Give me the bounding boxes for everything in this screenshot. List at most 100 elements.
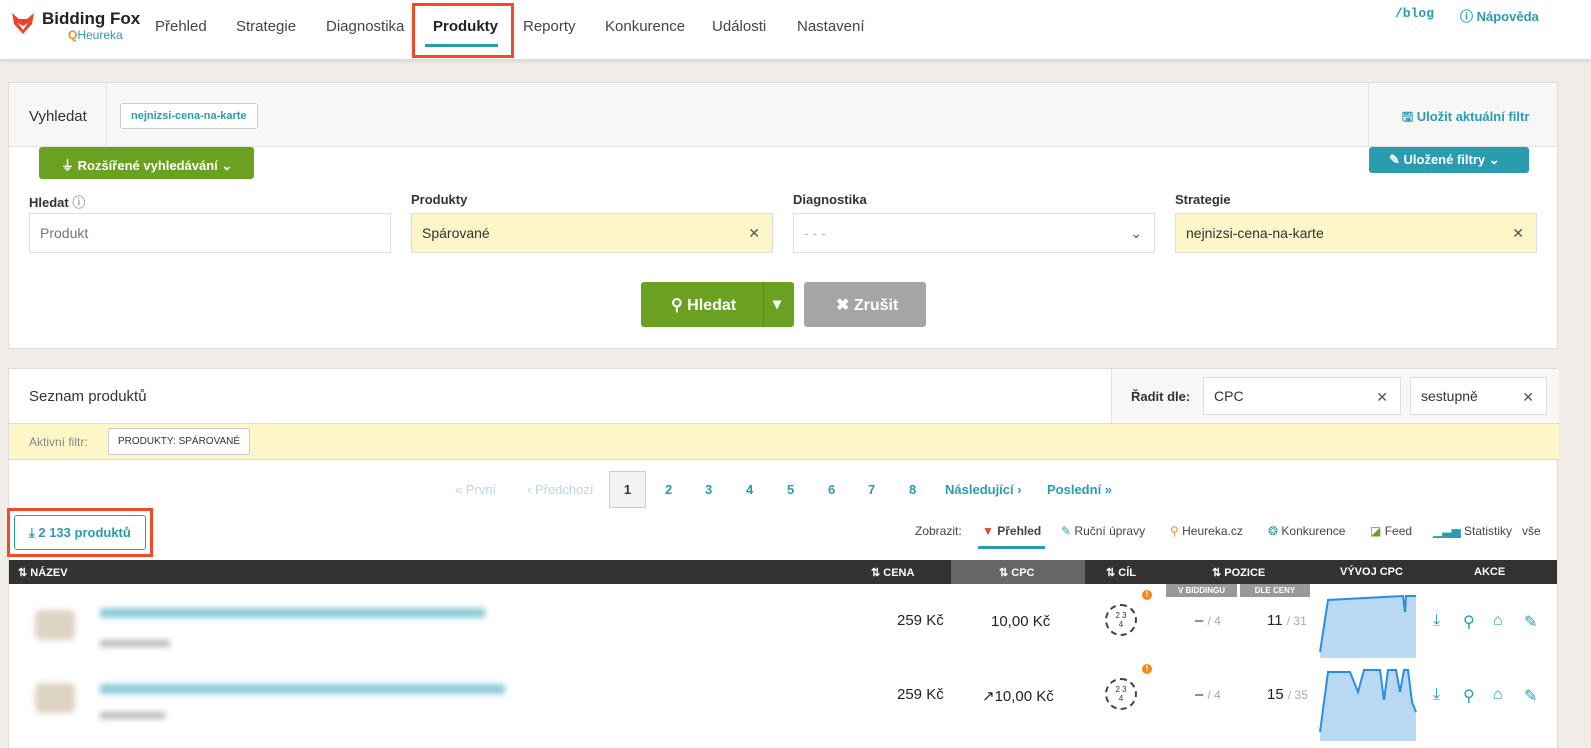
strategie-select[interactable]: nejnizsi-cena-na-karte ✕: [1175, 213, 1537, 253]
pencil-icon: ✎: [1389, 152, 1404, 167]
show-active-underline: [978, 546, 1045, 549]
page-link[interactable]: 8: [909, 482, 916, 497]
warning-icon[interactable]: !: [1142, 590, 1152, 600]
close-icon: ✖: [836, 297, 854, 314]
saved-filters-label: Uložené filtry: [1403, 152, 1486, 167]
show-feed[interactable]: ◪ Feed: [1370, 524, 1412, 538]
page-link[interactable]: 6: [828, 482, 835, 497]
col-price[interactable]: ⇅ CENA: [871, 566, 914, 579]
active-filter-chip[interactable]: PRODUKTY: SPÁROVANÉ: [108, 428, 251, 455]
page-link[interactable]: 7: [868, 482, 875, 497]
sort-field-select[interactable]: CPC ✕: [1203, 377, 1401, 415]
app-logo[interactable]: Bidding Fox QHeureka: [10, 10, 140, 41]
clear-icon[interactable]: ✕: [1376, 389, 1388, 406]
product-name-link[interactable]: [100, 608, 485, 618]
nav-diagnostika[interactable]: Diagnostika: [326, 18, 404, 35]
show-all[interactable]: vše: [1522, 524, 1541, 538]
clear-icon[interactable]: ✕: [1512, 225, 1524, 242]
blog-link[interactable]: /blog: [1395, 6, 1434, 21]
pagination-first[interactable]: « První: [455, 482, 496, 497]
active-filter-bar: Aktivní filtr: PRODUKTY: SPÁROVANÉ: [9, 423, 1559, 460]
show-konkurence[interactable]: ❂ Konkurence: [1268, 524, 1345, 538]
edit-icon: ✎: [1061, 524, 1072, 538]
warning-icon[interactable]: !: [1142, 664, 1152, 674]
clear-icon[interactable]: ✕: [748, 225, 760, 242]
app-name: Bidding Fox: [42, 9, 141, 28]
show-label: Zobrazit:: [915, 524, 962, 538]
product-thumbnail[interactable]: [35, 683, 75, 713]
sort-icon: ⇅: [871, 567, 884, 579]
hledat-label: Hledat ⓘ: [29, 195, 86, 210]
download-icon[interactable]: ⤓: [1433, 612, 1440, 630]
produkty-select[interactable]: Spárované ✕: [411, 213, 773, 253]
saved-filters-button[interactable]: ✎ Uložené filtry ⌄: [1369, 147, 1529, 173]
cancel-button[interactable]: ✖ Zrušit: [804, 282, 926, 327]
nav-konkurence[interactable]: Konkurence: [605, 18, 685, 35]
show-heureka[interactable]: ⚲ Heureka.cz: [1170, 524, 1243, 538]
save-filter-button[interactable]: 🖫 Uložit aktuální filtr: [1402, 108, 1529, 130]
sort-direction-value: sestupně: [1421, 388, 1478, 404]
top-navbar: Bidding Fox QHeureka Přehled Strategie D…: [0, 0, 1591, 60]
help-link[interactable]: ⓘ Nápověda: [1460, 6, 1539, 25]
bidding-position-cell: – / 4: [1195, 686, 1221, 703]
bidding-position-cell: – / 4: [1195, 612, 1221, 629]
search-title: Vyhledat: [29, 108, 87, 125]
nav-reporty[interactable]: Reporty: [523, 18, 576, 35]
nav-strategie[interactable]: Strategie: [236, 18, 296, 35]
competition-icon: ❂: [1268, 524, 1279, 538]
advanced-search-button[interactable]: ⏚ Rozšířené vyhledávání ⌄: [39, 147, 254, 179]
shop-icon[interactable]: ⌂: [1493, 686, 1503, 704]
price-cell: 259 Kč: [897, 612, 944, 629]
subheader-bidding: V BIDDINGU: [1166, 584, 1237, 597]
search-detail-icon[interactable]: ⚲: [1463, 612, 1475, 632]
pencil-icon[interactable]: ✎: [1524, 686, 1537, 706]
show-manual[interactable]: ✎ Ruční úpravy: [1061, 524, 1145, 538]
nav-prehled[interactable]: Přehled: [155, 18, 207, 35]
page-link[interactable]: 5: [787, 482, 794, 497]
sort-icon: ⇅: [18, 567, 31, 579]
show-stats[interactable]: ▁▃▅ Statistiky: [1433, 524, 1512, 538]
pencil-icon[interactable]: ✎: [1524, 612, 1537, 632]
search-panel: Vyhledat nejnizsi-cena-na-karte 🖫 Uložit…: [8, 82, 1558, 349]
sort-field-value: CPC: [1214, 388, 1244, 404]
product-thumbnail[interactable]: [35, 610, 75, 640]
col-cpc[interactable]: ⇅ CPC: [999, 566, 1035, 579]
search-detail-icon[interactable]: ⚲: [1463, 686, 1475, 706]
download-icon[interactable]: ⤓: [1433, 686, 1440, 704]
cpc-trend-chart: [1319, 594, 1416, 658]
page-current[interactable]: 1: [609, 471, 646, 508]
product-search-input[interactable]: [29, 213, 391, 253]
nav-udalosti[interactable]: Události: [712, 18, 766, 35]
search-button[interactable]: ⚲ Hledat ▾: [641, 282, 794, 327]
help-label: Nápověda: [1476, 9, 1539, 24]
col-position[interactable]: ⇅ POZICE: [1212, 566, 1265, 579]
produkty-label: Produkty: [411, 192, 468, 207]
stats-icon: ▁▃▅: [1433, 524, 1461, 538]
search-button-label: Hledat: [687, 297, 737, 314]
pagination-last[interactable]: Poslední »: [1047, 482, 1112, 497]
shop-icon[interactable]: ⌂: [1493, 612, 1503, 630]
sort-direction-select[interactable]: sestupně ✕: [1410, 377, 1547, 415]
show-prehled[interactable]: ▼ Přehled: [982, 524, 1041, 538]
caret-down-icon[interactable]: ▾: [773, 294, 781, 314]
fox-logo-icon: [12, 13, 34, 34]
page-link[interactable]: 3: [705, 482, 712, 497]
sort-icon: ⇅: [1106, 567, 1119, 579]
info-icon: ⓘ: [72, 195, 86, 210]
page-link[interactable]: 2: [665, 482, 672, 497]
pagination-prev[interactable]: ‹ Předchozí: [527, 482, 593, 497]
cpc-cell: 10,00 Kč: [991, 613, 1051, 630]
product-name-link[interactable]: [100, 684, 505, 694]
nav-nastaveni[interactable]: Nastavení: [797, 18, 865, 35]
strategie-value: nejnizsi-cena-na-karte: [1186, 225, 1324, 241]
table-header: ⇅ NÁZEV ⇅ CENA ⇅ CPC ⇅ CÍL ⇅ POZICE VÝVO…: [9, 560, 1557, 584]
page-link[interactable]: 4: [746, 482, 753, 497]
diagnostika-select[interactable]: - - - ⌄: [793, 213, 1155, 253]
strategy-tag[interactable]: nejnizsi-cena-na-karte: [120, 103, 258, 129]
col-name[interactable]: ⇅ NÁZEV: [18, 566, 68, 579]
subheader-by-price: DLE CENY: [1240, 584, 1310, 597]
col-goal[interactable]: ⇅ CÍL: [1106, 566, 1136, 579]
clear-icon[interactable]: ✕: [1522, 389, 1534, 406]
pagination-next[interactable]: Následující ›: [945, 482, 1022, 497]
sort-icon: ⇅: [1212, 567, 1225, 579]
